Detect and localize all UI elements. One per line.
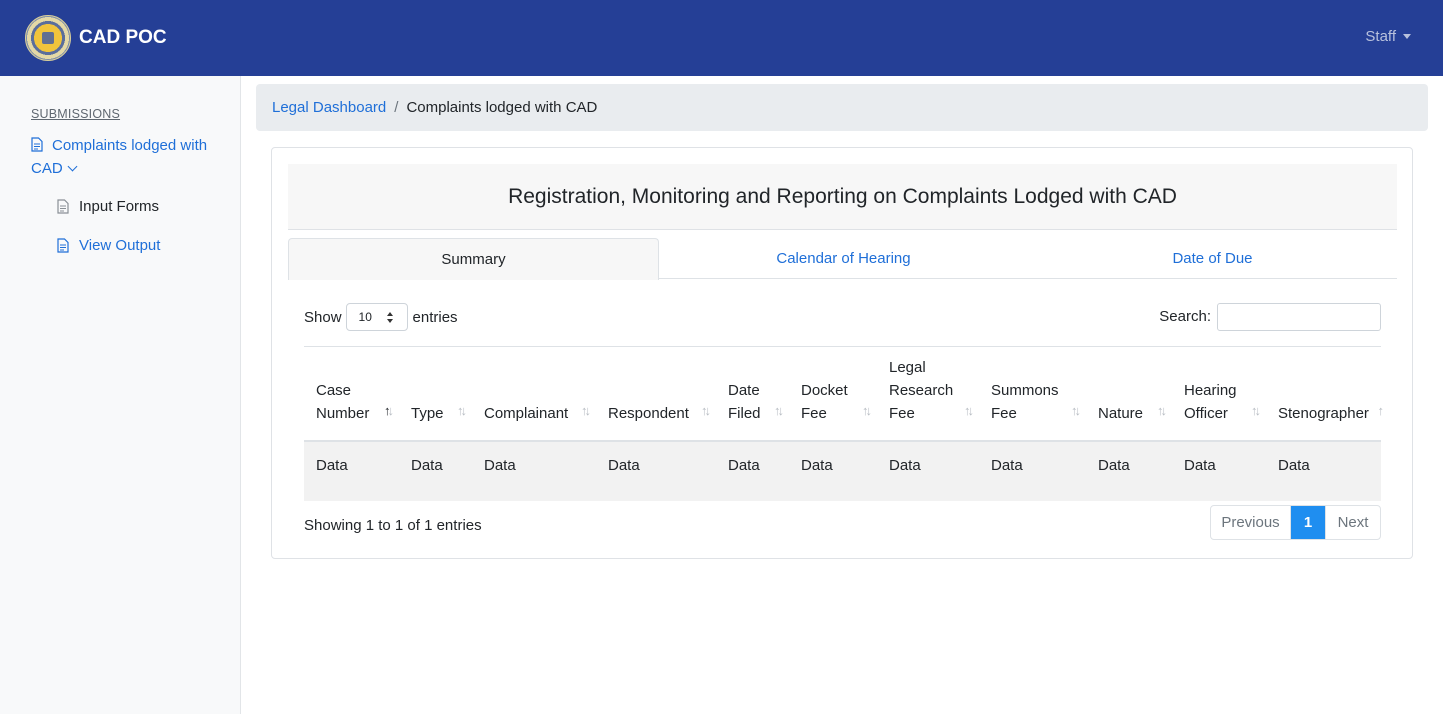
sidebar-item-input-forms[interactable]: Input Forms bbox=[57, 198, 159, 215]
sort-ascending-icon: ↑↓ bbox=[384, 402, 394, 418]
tab-date-of-due[interactable]: Date of Due bbox=[1028, 238, 1397, 278]
sort-icon: ↑↓ bbox=[774, 402, 784, 418]
sort-icon: ↑↓ bbox=[457, 402, 467, 418]
complaints-table: Case Number ↑↓ Type ↑↓ Complainant ↑↓ Respo… bbox=[304, 346, 1384, 501]
sidebar-item-label: Input Forms bbox=[79, 198, 160, 215]
column-header-label: Date Filed bbox=[728, 381, 761, 422]
seal-logo bbox=[25, 15, 71, 61]
next-page-button[interactable]: Next bbox=[1325, 506, 1380, 539]
document-icon bbox=[31, 137, 43, 152]
document-icon bbox=[57, 238, 69, 253]
pagination: Previous 1 Next bbox=[1210, 505, 1381, 540]
sort-icon: ↑↓ bbox=[581, 402, 591, 418]
table-cell: Data bbox=[889, 456, 921, 474]
column-header[interactable]: Hearing Officer ↑↓ bbox=[1172, 346, 1266, 442]
sort-icon: ↑↓ bbox=[964, 402, 974, 418]
table-cell: Data bbox=[1184, 456, 1216, 474]
table-cell: Data bbox=[728, 456, 760, 474]
table-cell: Data bbox=[411, 456, 443, 474]
column-header[interactable]: Nature ↑↓ bbox=[1086, 346, 1172, 442]
column-header[interactable]: Respondent ↑↓ bbox=[596, 346, 716, 442]
sidebar-item-view-output[interactable]: View Output bbox=[57, 237, 160, 254]
entries-select-value: 10 bbox=[358, 310, 372, 324]
chevron-down-icon bbox=[67, 161, 78, 172]
table-cell: Data bbox=[484, 456, 516, 474]
column-header-label: Respondent bbox=[608, 404, 689, 422]
column-header-label: Hearing Officer bbox=[1184, 381, 1237, 422]
table-header-row: Case Number ↑↓ Type ↑↓ Complainant ↑↓ Respo… bbox=[304, 346, 1384, 442]
sort-icon: ↑↓ bbox=[701, 402, 711, 418]
tab-summary[interactable]: Summary bbox=[288, 238, 659, 280]
column-header[interactable]: Date Filed ↑↓ bbox=[716, 346, 789, 442]
tab-calendar-of-hearing[interactable]: Calendar of Hearing bbox=[659, 238, 1028, 278]
card-title: Registration, Monitoring and Reporting o… bbox=[288, 164, 1397, 230]
tabs: Summary Calendar of Hearing Date of Due bbox=[288, 238, 1397, 280]
sort-icon: ↑↓ bbox=[862, 402, 872, 418]
select-arrows-icon bbox=[386, 312, 395, 324]
column-header-label: Complainant bbox=[484, 404, 569, 422]
entries-label: entries bbox=[412, 308, 458, 326]
column-header-label: Case Number bbox=[316, 381, 370, 422]
sidebar-item-label: Complaints lodged with CAD bbox=[31, 137, 208, 177]
column-header-label: Type bbox=[411, 404, 444, 422]
table-cell: Data bbox=[1278, 456, 1310, 474]
page-1-button[interactable]: 1 bbox=[1291, 506, 1325, 539]
breadcrumb-legal-dashboard[interactable]: Legal Dashboard bbox=[272, 99, 386, 116]
column-header[interactable]: Complainant ↑↓ bbox=[472, 346, 596, 442]
table-controls: Show 10 entries Search: bbox=[304, 303, 1381, 333]
table-cell: Data bbox=[608, 456, 640, 474]
table-row: Data Data Data Data Data Data Data Data … bbox=[304, 440, 1381, 501]
column-header[interactable]: Case Number ↑↓ bbox=[304, 346, 399, 442]
table-cell: Data bbox=[801, 456, 833, 474]
column-header[interactable]: Legal Research Fee ↑↓ bbox=[877, 346, 979, 442]
column-header-label: Legal Research Fee bbox=[889, 358, 954, 422]
column-header[interactable]: Summons Fee ↑↓ bbox=[979, 346, 1086, 442]
table-cell: Data bbox=[1098, 456, 1130, 474]
column-header[interactable]: Stenographer ↑ bbox=[1266, 346, 1384, 442]
breadcrumb-current: Complaints lodged with CAD bbox=[406, 99, 598, 116]
sort-icon: ↑ bbox=[1377, 402, 1384, 418]
sidebar-item-label: View Output bbox=[79, 237, 161, 254]
user-menu-dropdown[interactable]: Staff bbox=[1365, 28, 1411, 45]
entries-select[interactable]: 10 bbox=[345, 303, 408, 331]
breadcrumb: Legal Dashboard / Complaints lodged with… bbox=[256, 84, 1428, 131]
column-header-label: Docket Fee bbox=[801, 381, 848, 422]
table-cell: Data bbox=[316, 456, 348, 474]
caret-down-icon bbox=[1403, 34, 1411, 39]
breadcrumb-separator: / bbox=[394, 99, 399, 116]
show-label: Show bbox=[304, 308, 342, 326]
column-header[interactable]: Type ↑↓ bbox=[399, 346, 472, 442]
column-header-label: Nature bbox=[1098, 404, 1144, 422]
column-header[interactable]: Docket Fee ↑↓ bbox=[789, 346, 877, 442]
brand-title[interactable]: CAD POC bbox=[79, 27, 167, 49]
table-info: Showing 1 to 1 of 1 entries bbox=[304, 517, 482, 534]
sidebar-heading: SUBMISSIONS bbox=[31, 107, 121, 121]
sidebar-item-complaints[interactable]: Complaints lodged with CAD bbox=[31, 134, 221, 180]
search-input[interactable] bbox=[1217, 303, 1381, 331]
search-label: Search: bbox=[1159, 308, 1211, 325]
user-menu-label: Staff bbox=[1365, 28, 1396, 45]
previous-page-button[interactable]: Previous bbox=[1211, 506, 1291, 539]
complaints-card: Registration, Monitoring and Reporting o… bbox=[271, 147, 1413, 559]
sidebar: SUBMISSIONS Complaints lodged with CAD I… bbox=[0, 76, 241, 714]
complaints-table-wrapper: Case Number ↑↓ Type ↑↓ Complainant ↑↓ Respo… bbox=[304, 346, 1384, 501]
sort-icon: ↑↓ bbox=[1071, 402, 1081, 418]
top-navbar: CAD POC Staff bbox=[0, 0, 1443, 76]
column-header-label: Summons Fee bbox=[991, 381, 1059, 422]
table-cell: Data bbox=[991, 456, 1023, 474]
brand[interactable]: CAD POC bbox=[25, 15, 167, 61]
sort-icon: ↑↓ bbox=[1157, 402, 1167, 418]
column-header-label: Stenographer bbox=[1278, 404, 1369, 422]
document-icon bbox=[57, 199, 69, 214]
sort-icon: ↑↓ bbox=[1251, 402, 1261, 418]
entries-length-control: Show 10 entries bbox=[304, 303, 458, 331]
